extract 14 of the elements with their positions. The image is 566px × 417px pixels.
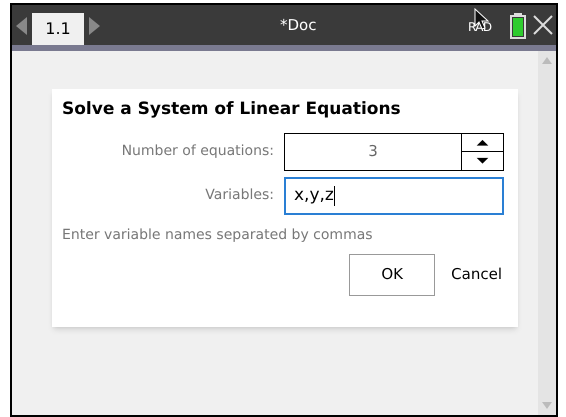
battery-icon	[510, 13, 526, 39]
field-label: Number of equations:	[120, 142, 275, 161]
number-spinner[interactable]: 3	[284, 132, 504, 170]
variables-input-field[interactable]: x,y,z	[284, 176, 504, 214]
cancel-button[interactable]: Cancel	[451, 254, 502, 296]
ok-button[interactable]: OK	[349, 254, 436, 296]
dialog-title: Solve a System of Linear Equations	[62, 98, 402, 121]
close-icon[interactable]	[533, 15, 553, 35]
left-arrow-icon[interactable]	[16, 17, 28, 35]
field-label: Variables:	[204, 186, 275, 205]
document-title: *Doc	[280, 15, 316, 36]
page-tab[interactable]: 1.1	[32, 13, 84, 45]
hint-text: Enter variable names separated by commas	[62, 226, 374, 244]
right-arrow-icon[interactable]	[88, 17, 100, 35]
